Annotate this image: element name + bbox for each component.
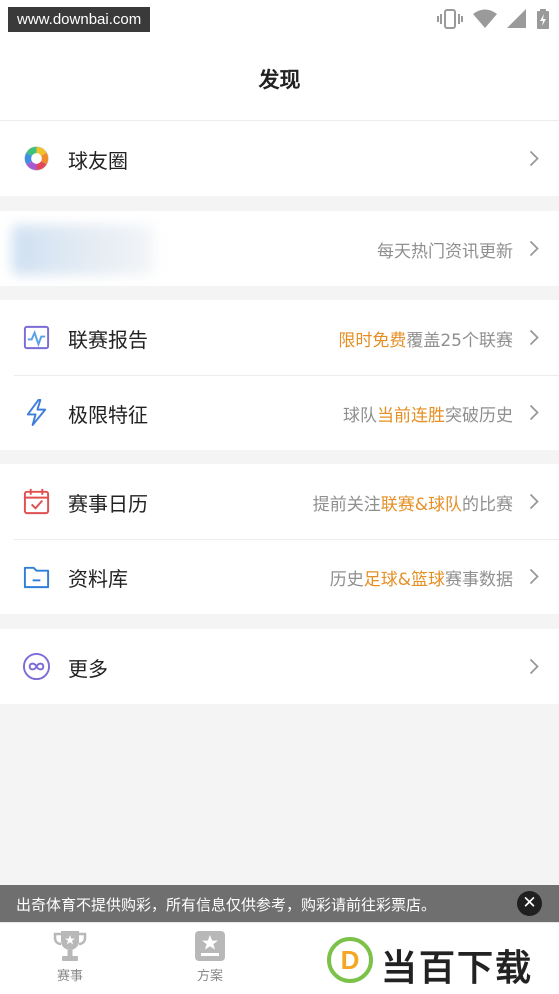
disclaimer-banner: 出奇体育不提供购彩，所有信息仅供参考，购彩请前往彩票店。 ✕ xyxy=(0,885,559,922)
chevron-right-icon xyxy=(529,568,539,585)
tab-label: 方案 xyxy=(196,969,223,984)
disclaimer-text: 出奇体育不提供购彩，所有信息仅供参考，购彩请前往彩票店。 xyxy=(16,896,437,914)
menu-item-more[interactable]: 更多 xyxy=(0,629,559,704)
page-title: 发现 xyxy=(258,68,301,92)
chevron-right-icon xyxy=(529,493,539,510)
menu-item-desc: 每天热门资讯更新 xyxy=(377,242,513,262)
brand-text: 当百下载 xyxy=(381,948,534,989)
brand-logo: D xyxy=(327,937,373,983)
aperture-icon xyxy=(22,144,51,173)
menu-item-extreme-features[interactable]: 极限特征 球队当前连胜突破历史 xyxy=(0,375,559,450)
bottom-tab-bar: 赛事 方案 D 当百下载 xyxy=(0,922,559,994)
calendar-icon xyxy=(22,487,51,516)
status-bar: www.downbai.com xyxy=(0,0,559,38)
menu-item-community[interactable]: 球友圈 xyxy=(0,121,559,196)
menu-item-desc: 历史足球&篮球赛事数据 xyxy=(329,570,513,590)
menu-item-desc: 提前关注联赛&球队的比赛 xyxy=(312,495,513,515)
status-icons xyxy=(437,9,549,29)
group-news: 每天热门资讯更新 xyxy=(0,211,559,286)
tab-plans[interactable]: 方案 xyxy=(165,929,255,984)
signal-icon xyxy=(507,9,526,28)
group-community: 球友圈 xyxy=(0,121,559,196)
chevron-right-icon xyxy=(529,150,539,167)
menu-item-label: 极限特征 xyxy=(68,403,148,427)
menu-item-match-calendar[interactable]: 赛事日历 提前关注联赛&球队的比赛 xyxy=(0,464,559,539)
vibrate-icon xyxy=(437,9,463,29)
menu-item-label: 球友圈 xyxy=(68,149,128,173)
header: 发现 xyxy=(0,38,559,121)
menu-item-desc: 球队当前连胜突破历史 xyxy=(343,406,513,426)
tab-label: 赛事 xyxy=(56,969,83,984)
group-data: 赛事日历 提前关注联赛&球队的比赛 资料库 历史足球&篮球赛事数据 xyxy=(0,464,559,614)
menu-item-league-report[interactable]: 联赛报告 限时免费覆盖25个联赛 xyxy=(0,300,559,375)
menu-item-label: 赛事日历 xyxy=(68,492,148,516)
menu-item-label: 更多 xyxy=(68,657,108,681)
blurred-banner xyxy=(12,225,154,275)
chevron-right-icon xyxy=(529,404,539,421)
infinity-icon xyxy=(22,652,51,681)
close-icon[interactable]: ✕ xyxy=(517,891,542,916)
menu-item-label: 资料库 xyxy=(68,567,128,591)
trophy-icon xyxy=(53,931,87,961)
menu-item-database[interactable]: 资料库 历史足球&篮球赛事数据 xyxy=(0,539,559,614)
menu-item-label: 联赛报告 xyxy=(68,328,148,352)
group-more: 更多 xyxy=(0,629,559,704)
chevron-right-icon xyxy=(529,329,539,346)
star-doc-icon xyxy=(195,931,225,961)
group-reports: 联赛报告 限时免费覆盖25个联赛 极限特征 球队当前连胜突破历史 xyxy=(0,300,559,450)
battery-icon xyxy=(537,9,549,29)
chevron-right-icon xyxy=(529,240,539,257)
brand-watermark: D 当百下载 xyxy=(325,929,553,991)
watermark: www.downbai.com xyxy=(8,7,151,32)
menu-item-news[interactable]: 每天热门资讯更新 xyxy=(0,211,559,286)
lightning-icon xyxy=(22,398,51,427)
tab-matches[interactable]: 赛事 xyxy=(25,929,115,984)
chevron-right-icon xyxy=(529,658,539,675)
pulse-chart-icon xyxy=(22,323,51,352)
wifi-icon xyxy=(473,9,497,28)
folder-icon xyxy=(22,562,51,591)
menu-item-desc: 限时免费覆盖25个联赛 xyxy=(338,331,513,351)
